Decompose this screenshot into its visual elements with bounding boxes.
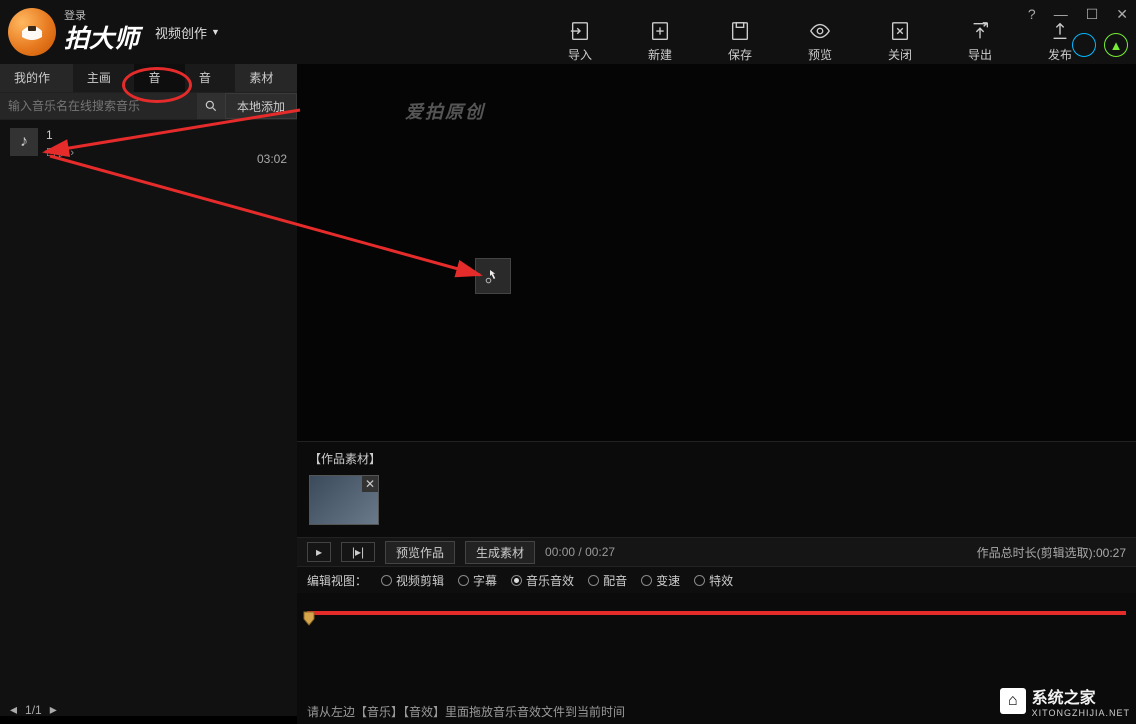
help-icon[interactable]: ?	[1028, 6, 1036, 23]
hint-text: 请从左边【音乐】【音效】里面拖放音乐音效文件到当前时间	[307, 703, 625, 720]
timeline-track	[307, 611, 1126, 615]
radio-speed[interactable]: 变速	[641, 572, 680, 589]
android-store-icon[interactable]: ▲	[1104, 33, 1128, 57]
preview-button[interactable]: 预览	[804, 20, 836, 63]
music-item-duration: 03:02	[257, 152, 287, 166]
preview-canvas[interactable]: 爱拍原创	[297, 64, 1136, 442]
play-button[interactable]: ▸	[307, 542, 331, 562]
mode-dropdown[interactable]: 视频创作▼	[155, 23, 220, 42]
radio-subtitle[interactable]: 字幕	[458, 572, 497, 589]
asset-remove-icon[interactable]: ✕	[362, 476, 378, 492]
assets-strip: ✕	[297, 475, 1136, 537]
tab-asset-library[interactable]: 素材库	[235, 64, 297, 92]
import-button[interactable]: 导入	[564, 20, 596, 63]
total-duration: 作品总时长(剪辑选取):00:27	[977, 544, 1126, 561]
preview-work-button[interactable]: 预览作品	[385, 541, 455, 564]
watermark-icon: ⌂	[1000, 688, 1026, 714]
radio-effects[interactable]: 特效	[694, 572, 733, 589]
panel-tabs: 我的作品 主画面 音乐 音效 素材库	[0, 64, 297, 92]
asset-thumbnail[interactable]: ✕	[309, 475, 379, 525]
timeline[interactable]	[307, 611, 1126, 661]
radio-music-fx[interactable]: 音乐音效	[511, 572, 574, 589]
local-add-button[interactable]: 本地添加	[225, 93, 297, 119]
pager-prev[interactable]: ◂	[10, 701, 17, 718]
main-toolbar: 导入 新建 保存 预览 关闭 导出 发布	[564, 20, 1076, 63]
music-note-icon: ♪	[10, 128, 38, 156]
chevron-down-icon: ▼	[211, 27, 220, 37]
tab-my-works[interactable]: 我的作品	[0, 64, 73, 92]
time-display: 00:00 / 00:27	[545, 545, 615, 559]
pager-text: 1/1	[25, 703, 42, 717]
preview-watermark: 爱拍原创	[405, 98, 485, 124]
tab-main-canvas[interactable]: 主画面	[73, 64, 135, 92]
login-link[interactable]: 登录	[64, 10, 139, 23]
save-button[interactable]: 保存	[724, 20, 756, 63]
search-icon[interactable]	[197, 93, 225, 119]
edit-view-label: 编辑视图：	[307, 572, 367, 589]
music-item-controls[interactable]: ☐ ▷ ›	[46, 146, 249, 159]
timeline-playhead[interactable]	[303, 611, 313, 625]
radio-video-edit[interactable]: 视频剪辑	[381, 572, 444, 589]
close-icon[interactable]: ✕	[1116, 6, 1128, 23]
music-item-title: 1	[46, 128, 249, 142]
drag-cursor-icon	[475, 258, 511, 294]
export-button[interactable]: 导出	[964, 20, 996, 63]
pager: ◂ 1/1 ▸	[10, 701, 57, 718]
close-button[interactable]: 关闭	[884, 20, 916, 63]
tab-sound-fx[interactable]: 音效	[185, 64, 235, 92]
site-watermark: ⌂ 系统之家 XITONGZHIJIA.NET	[1000, 684, 1130, 718]
music-search-input[interactable]	[0, 93, 197, 119]
apple-store-icon[interactable]	[1072, 33, 1096, 57]
brand-name: 拍大师	[64, 24, 139, 54]
pager-next[interactable]: ▸	[50, 701, 57, 718]
radio-dubbing[interactable]: 配音	[588, 572, 627, 589]
maximize-icon[interactable]: ☐	[1086, 6, 1099, 23]
app-logo	[8, 8, 56, 56]
generate-asset-button[interactable]: 生成素材	[465, 541, 535, 564]
music-list-item[interactable]: ♪ 1 ☐ ▷ › 03:02	[0, 120, 297, 174]
play-range-button[interactable]: |▸|	[341, 542, 375, 562]
new-button[interactable]: 新建	[644, 20, 676, 63]
tab-music[interactable]: 音乐	[134, 64, 184, 92]
assets-label: 【作品素材】	[297, 442, 1136, 475]
minimize-icon[interactable]: —	[1054, 6, 1068, 23]
